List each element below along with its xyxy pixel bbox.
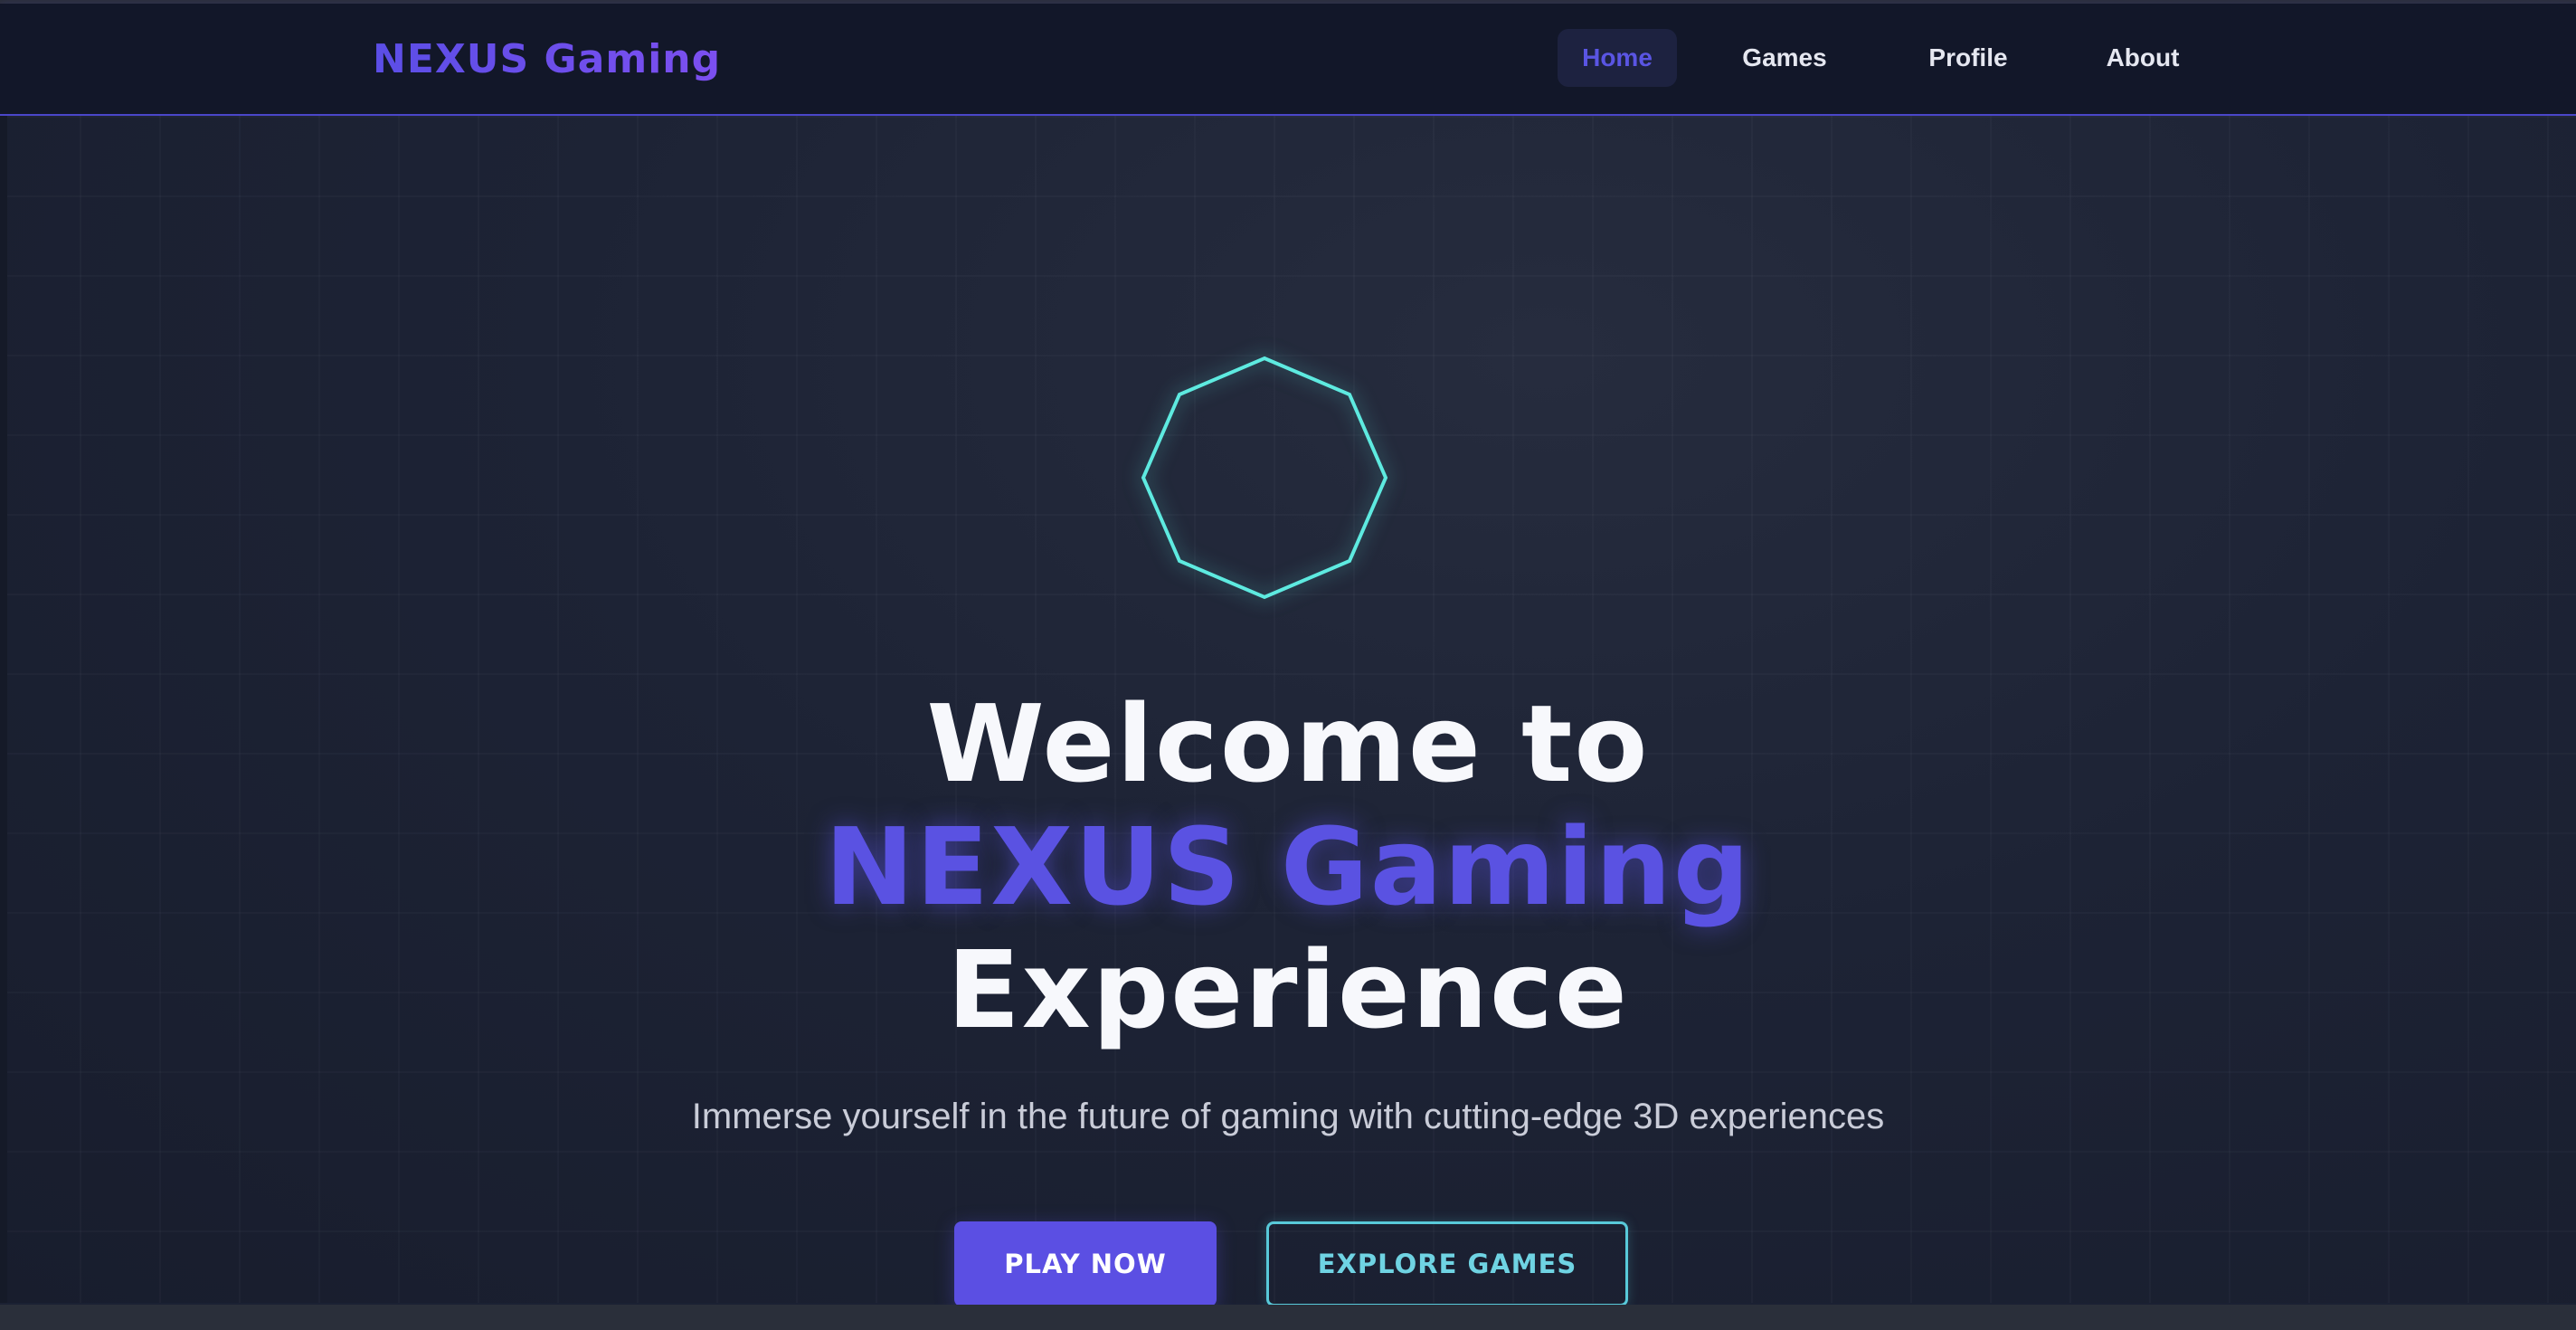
nav-item-games[interactable]: Games [1726, 29, 1843, 87]
octagon-icon [1141, 356, 1388, 600]
play-now-button[interactable]: PLAY NOW [954, 1221, 1217, 1306]
nav-item-home[interactable]: Home [1558, 29, 1677, 87]
hero-subtitle: Immerse yourself in the future of gaming… [691, 1097, 1885, 1136]
nav-item-about[interactable]: About [2086, 29, 2200, 87]
hero-title-line-3: Experience [947, 927, 1629, 1052]
app-window: NEXUS Gaming Home Games Profile About We… [0, 0, 2576, 1330]
window-bottom-bar [0, 1305, 2576, 1330]
brand-logo[interactable]: NEXUS Gaming [373, 34, 721, 85]
nav-item-profile[interactable]: Profile [1907, 29, 2030, 87]
hero-title-line-2: NEXUS Gaming [824, 804, 1752, 929]
explore-games-button[interactable]: EXPLORE GAMES [1266, 1221, 1628, 1306]
hero-title-line-1: Welcome to [926, 681, 1650, 806]
navbar: NEXUS Gaming Home Games Profile About [0, 4, 2576, 116]
